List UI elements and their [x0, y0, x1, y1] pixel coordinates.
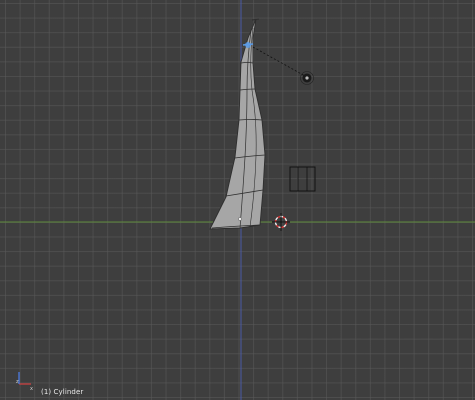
- lamp-core: [305, 76, 309, 80]
- axes-gizmo-icon: z x: [16, 372, 33, 392]
- lamp-object[interactable]: [252, 46, 314, 85]
- svg-text:z: z: [16, 379, 19, 385]
- selected-edge: [242, 43, 254, 46]
- 3d-viewport[interactable]: z x (1) Cylinder: [0, 0, 475, 400]
- lamp-direction-line: [252, 46, 306, 77]
- 3d-cursor-icon[interactable]: [272, 213, 290, 231]
- object-origin-icon[interactable]: [238, 217, 242, 221]
- mesh-top-edge: [251, 18, 260, 21]
- svg-text:x: x: [30, 386, 33, 392]
- active-object-label: (1) Cylinder: [41, 388, 84, 396]
- mesh-object[interactable]: [209, 18, 266, 230]
- mesh-face: [209, 18, 266, 230]
- camera-icon[interactable]: [289, 166, 316, 192]
- viewport-overlay: z x: [0, 0, 475, 400]
- camera-object[interactable]: [289, 166, 316, 192]
